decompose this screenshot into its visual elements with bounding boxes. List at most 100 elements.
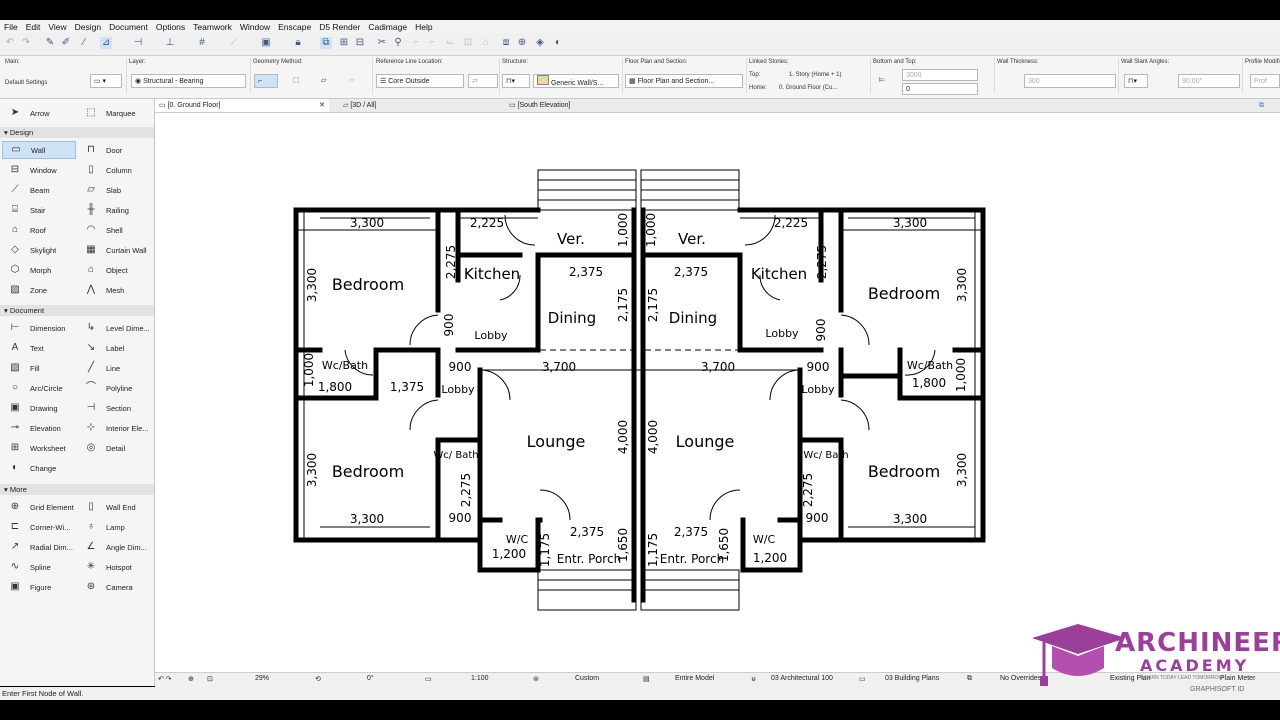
tool-marquee[interactable]: ⬚ Marquee xyxy=(78,104,152,122)
tool-wall-end[interactable]: ▯ Wall End xyxy=(78,498,152,516)
layer-dropdown[interactable]: ◉ Structural - Bearing xyxy=(131,74,246,88)
guide-lines-icon[interactable]: ⊣ xyxy=(132,37,144,49)
straight-wall-icon[interactable]: ⌐ xyxy=(254,74,278,88)
tool-section[interactable]: ⊣ Section xyxy=(78,399,152,417)
floorplan-dropdown[interactable]: ▦ Floor Plan and Section... xyxy=(625,74,743,88)
model-view-icon[interactable]: ▤ xyxy=(643,675,650,683)
tool-window[interactable]: ⊟ Window xyxy=(2,161,76,179)
top-story-value[interactable]: 1. Story (Home + 1) xyxy=(789,72,842,78)
main-settings-label[interactable]: Default Settings xyxy=(5,80,47,86)
auto-group-icon[interactable]: ⊞ xyxy=(338,37,350,49)
magic-wand-icon[interactable]: ⚲ xyxy=(392,37,404,49)
menu-edit[interactable]: Edit xyxy=(22,22,45,32)
grid-icon[interactable]: # xyxy=(196,37,208,49)
more-section-header[interactable]: ▾ More xyxy=(0,484,154,495)
snap-points-icon[interactable]: ⊥ xyxy=(164,37,176,49)
thickness-field[interactable]: 300 xyxy=(1024,74,1116,88)
structure-type-icon[interactable]: ⊓▾ xyxy=(502,74,530,88)
intersect-icon[interactable]: ⌂ xyxy=(480,37,492,49)
tool-stair[interactable]: ⌸ Stair xyxy=(2,201,76,219)
camera-view-icon[interactable]: ◐ xyxy=(552,37,564,49)
design-section-header[interactable]: ▾ Design xyxy=(0,127,154,138)
zoom-fit-icon[interactable]: ⊡ xyxy=(207,675,213,683)
model-view-value[interactable]: Entire Model xyxy=(675,675,714,682)
tool-drawing[interactable]: ▣ Drawing xyxy=(2,399,76,417)
menu-help[interactable]: Help xyxy=(411,22,436,32)
tool-morph[interactable]: ⬡ Morph xyxy=(2,261,76,279)
offset-icon[interactable]: ⧈ xyxy=(500,37,512,49)
floor-plan-canvas[interactable]: Bedroom Kitchen Ver. Dining Lobby Wc/Bat… xyxy=(155,113,1280,672)
zoom-value[interactable]: 29% xyxy=(255,675,269,682)
slant-angle-field[interactable]: 90.00° xyxy=(1178,74,1240,88)
tab-ground-floor[interactable]: ▭ [0. Ground Floor] ✕ xyxy=(155,99,329,112)
undo-icon[interactable]: ↶ xyxy=(4,37,16,49)
menu-enscape[interactable]: Enscape xyxy=(274,22,315,32)
tool-roof[interactable]: ⌂ Roof xyxy=(2,221,76,239)
tool-line[interactable]: ╱ Line xyxy=(78,359,152,377)
zoom-in-icon[interactable]: ⊕ xyxy=(188,675,194,683)
tool-radial-dimension[interactable]: ↗ Radial Dim... xyxy=(2,538,76,556)
menu-teamwork[interactable]: Teamwork xyxy=(189,22,236,32)
tool-arc-circle[interactable]: ○ Arc/Circle xyxy=(2,379,76,397)
suspend-groups-icon[interactable]: ⧉ xyxy=(320,37,332,49)
tool-figure[interactable]: ▣ Figure xyxy=(2,578,76,596)
home-story-value[interactable]: 0. Ground Floor (Cu... xyxy=(779,85,837,91)
tool-spline[interactable]: ∿ Spline xyxy=(2,558,76,576)
document-section-header[interactable]: ▾ Document xyxy=(0,305,154,316)
eyedropper-icon[interactable]: ⁄ xyxy=(78,37,90,49)
tool-interior-elevation[interactable]: ⊹ Interior Ele... xyxy=(78,419,152,437)
profile-field[interactable]: Prof xyxy=(1250,74,1280,88)
rotated-rect-icon[interactable]: ▱ xyxy=(346,74,362,88)
refline-dropdown[interactable]: ☰ Core Outside xyxy=(376,74,464,88)
split-icon[interactable]: ⌙ xyxy=(444,37,456,49)
menu-file[interactable]: File xyxy=(0,22,22,32)
zoom-back-icon[interactable]: ↶ ↷ xyxy=(158,675,172,683)
render-icon[interactable]: ⊕ xyxy=(516,37,528,49)
tool-slab[interactable]: ▱ Slab xyxy=(78,181,152,199)
close-icon[interactable]: ✕ xyxy=(319,99,325,112)
tool-shell[interactable]: ◠ Shell xyxy=(78,221,152,239)
polygon-wall-icon[interactable]: ⬚ xyxy=(290,74,306,88)
tool-zone[interactable]: ▨ Zone xyxy=(2,281,76,299)
menu-document[interactable]: Document xyxy=(105,22,152,32)
pen-set-icon[interactable]: ⊜ xyxy=(533,675,539,683)
tool-detail[interactable]: ◎ Detail xyxy=(78,439,152,457)
tool-lamp[interactable]: ♁ Lamp xyxy=(78,518,152,536)
tool-elevation[interactable]: ⊸ Elevation xyxy=(2,419,76,437)
tool-text[interactable]: A Text xyxy=(2,339,76,357)
navigator-icon[interactable]: ⧉ xyxy=(1255,99,1275,112)
tool-wall[interactable]: ▭ Wall xyxy=(2,141,76,159)
tool-grid-element[interactable]: ⊕ Grid Element xyxy=(2,498,76,516)
fillet-icon[interactable]: ⌐ xyxy=(410,37,422,49)
rectangle-wall-icon[interactable]: ▱ xyxy=(318,74,334,88)
tool-railing[interactable]: ╫ Railing xyxy=(78,201,152,219)
tool-mesh[interactable]: ⋀ Mesh xyxy=(78,281,152,299)
menu-cadimage[interactable]: Cadimage xyxy=(364,22,411,32)
redo-icon[interactable]: ↷ xyxy=(20,37,32,49)
menu-d5render[interactable]: D5 Render xyxy=(315,22,364,32)
pen-set-value[interactable]: Custom xyxy=(575,675,599,682)
menu-design[interactable]: Design xyxy=(71,22,105,32)
pick-up-icon[interactable]: ✎ xyxy=(44,37,56,49)
inject-icon[interactable]: ✐ xyxy=(60,37,72,49)
menu-window[interactable]: Window xyxy=(236,22,274,32)
lock-icon[interactable]: 🔒︎ xyxy=(292,37,304,49)
view-set-value[interactable]: 03 Building Plans xyxy=(885,675,939,682)
tool-worksheet[interactable]: ⊞ Worksheet xyxy=(2,439,76,457)
scissors-icon[interactable]: ✂ xyxy=(376,37,388,49)
menu-options[interactable]: Options xyxy=(152,22,189,32)
tool-label[interactable]: ↘ Label xyxy=(78,339,152,357)
view-3d-icon[interactable]: ◈ xyxy=(534,37,546,49)
rotate-icon[interactable]: ⟲ xyxy=(315,675,321,683)
menu-view[interactable]: View xyxy=(44,22,70,32)
tool-change[interactable]: ◐ Change xyxy=(2,459,76,477)
tool-column[interactable]: ▯ Column xyxy=(78,161,152,179)
layers-icon[interactable]: ▣ xyxy=(260,37,272,49)
tool-level-dimension[interactable]: ↳ Level Dime... xyxy=(78,319,152,337)
tool-angle-dimension[interactable]: ∠ Angle Dim... xyxy=(78,538,152,556)
grid-snap-icon[interactable]: ⊟ xyxy=(354,37,366,49)
tab-south-elevation[interactable]: ▭ [South Elevation] xyxy=(505,99,665,112)
tool-object[interactable]: ⌂ Object xyxy=(78,261,152,279)
snap-guides-icon[interactable]: ⊿ xyxy=(100,37,112,49)
tool-polyline[interactable]: ⌒ Polyline xyxy=(78,379,152,397)
